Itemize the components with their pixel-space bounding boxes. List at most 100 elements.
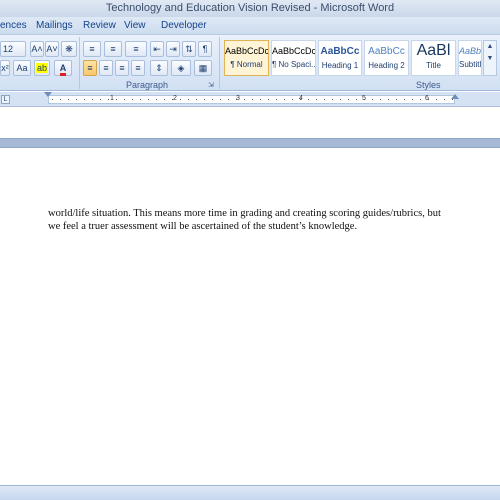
align-left-button[interactable]: ≡ [83,60,97,76]
styles-gallery-scroll[interactable]: ▲ ▼ [483,40,497,76]
style-sample: AaBbCcDc [225,46,269,56]
document-line: world/life situation. This means more ti… [48,208,441,219]
style-no-spacing[interactable]: AaBbCcDc ¶ No Spaci... [271,40,316,76]
paint-bucket-icon: ◈ [177,63,185,73]
multilevel-list-button[interactable]: ≡ [125,41,147,57]
numbering-button[interactable]: ≡ [104,41,122,57]
ruler-tick [76,99,77,100]
ruler-tick [140,99,141,100]
border-icon: ▦ [198,63,208,73]
increase-indent-button[interactable]: ⇥ [166,41,180,57]
style-name: Heading 1 [321,61,359,70]
clear-formatting-icon: ❋ [65,44,73,54]
highlighter-icon: ab [35,63,48,73]
superscript-button[interactable]: x² [0,60,10,76]
bullets-button[interactable]: ≡ [83,41,101,57]
change-case-label: Aa [16,63,28,73]
font-color-icon: A [59,63,67,76]
shrink-font-button[interactable]: A˅ [45,41,59,57]
ruler-tick [108,99,109,100]
ruler-tick [220,99,221,100]
sort-icon: ⇅ [185,44,193,54]
ruler-tick [372,99,373,100]
style-sample: AaBbCcI [459,46,482,56]
decrease-indent-button[interactable]: ⇤ [150,41,164,57]
clear-formatting-button[interactable]: ❋ [61,41,77,57]
multilevel-list-icon: ≡ [133,44,139,54]
ruler-tick [132,99,133,100]
align-center-icon: ≡ [103,63,109,73]
ruler-tick [52,99,53,100]
ruler-tick [60,99,61,100]
ruler-number: 1 [110,95,114,102]
borders-button[interactable]: ▦ [194,60,212,76]
ruler-tick [164,99,165,100]
horizontal-ruler[interactable]: L 1 2 3 4 5 6 [0,92,500,107]
style-subtitle[interactable]: AaBbCcI Subtitle [458,40,482,76]
style-heading-2[interactable]: AaBbCc Heading 2 [364,40,409,76]
line-spacing-button[interactable]: ⇕ [150,60,168,76]
shading-button[interactable]: ◈ [171,60,191,76]
ruler-tick [388,99,389,100]
ruler-tick [260,99,261,100]
ruler-tick [356,99,357,100]
ruler-tick [244,99,245,100]
align-center-button[interactable]: ≡ [99,60,113,76]
ruler-tick [180,99,181,100]
ruler-tick [116,99,117,100]
ruler-tick [84,99,85,100]
ruler-tick [428,99,429,100]
document-page[interactable]: world/life situation. This means more ti… [0,148,500,485]
ruler-tick [276,99,277,100]
font-size-value: 12 [3,44,14,54]
tab-view[interactable]: View [124,20,146,31]
tab-mailings[interactable]: Mailings [36,20,73,31]
ruler-tick [148,99,149,100]
tab-review[interactable]: Review [83,20,116,31]
ruler-tick [204,99,205,100]
ruler-tick [212,99,213,100]
ruler-tick [308,99,309,100]
style-sample: AaBbCc [320,46,360,57]
highlight-button[interactable]: ab [34,60,50,76]
tab-references[interactable]: ences [0,20,27,31]
ribbon: 12 A˄ A˅ ❋ x² Aa ab A ≡ ≡ ≡ ⇤ ⇥ ⇅ ¶ ≡ ≡ … [0,34,500,91]
justify-button[interactable]: ≡ [131,60,145,76]
ruler-tick [156,99,157,100]
scroll-down-icon[interactable]: ▼ [487,55,494,62]
tab-developer[interactable]: Developer [161,20,207,31]
ruler-tick [332,99,333,100]
ruler-tick [172,99,173,100]
tab-selector-icon[interactable]: L [1,95,10,104]
font-color-button[interactable]: A [54,60,72,76]
ruler-tick [292,99,293,100]
style-normal[interactable]: AaBbCcDc ¶ Normal [224,40,269,76]
style-title[interactable]: AaBl Title [411,40,456,76]
show-marks-button[interactable]: ¶ [198,41,212,57]
style-heading-1[interactable]: AaBbCc Heading 1 [318,40,362,76]
sort-button[interactable]: ⇅ [182,41,196,57]
justify-icon: ≡ [135,63,141,73]
ruler-tick [452,99,453,100]
paragraph-group-label: Paragraph [126,80,169,90]
first-line-indent-icon[interactable] [44,92,52,97]
document-body[interactable]: world/life situation. This means more ti… [48,207,458,233]
ruler-tick [252,99,253,100]
ruler-tick [364,99,365,100]
ruler-tick [300,99,301,100]
paragraph-dialog-launcher-icon[interactable]: ⇲ [208,81,214,89]
style-name: Heading 2 [368,61,405,70]
ruler-tick [316,99,317,100]
ruler-tick [124,99,125,100]
ruler-tick [92,99,93,100]
window-title-bar: Technology and Education Vision Revised … [0,0,500,17]
grow-font-icon: A˄ [31,44,43,54]
scroll-up-icon[interactable]: ▲ [487,43,494,50]
align-right-button[interactable]: ≡ [115,60,129,76]
grow-font-button[interactable]: A˄ [30,41,44,57]
ruler-tick [436,99,437,100]
bullets-icon: ≡ [89,44,95,54]
change-case-button[interactable]: Aa [13,60,31,76]
align-right-icon: ≡ [119,63,125,73]
font-size-select[interactable]: 12 [0,41,26,57]
